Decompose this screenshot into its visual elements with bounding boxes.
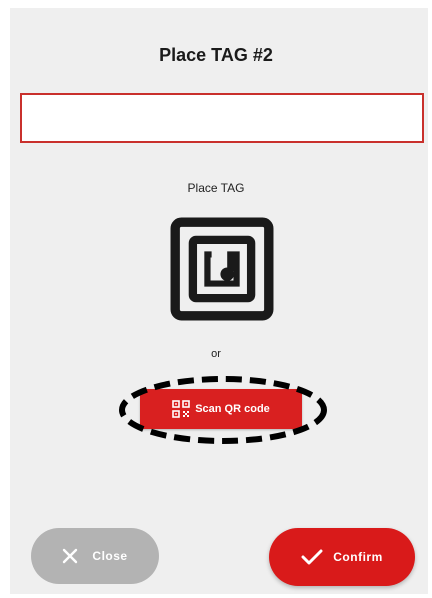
close-label: Close — [92, 549, 128, 563]
qr-code-icon — [172, 400, 191, 418]
tag-input[interactable] — [20, 93, 424, 143]
confirm-button[interactable]: Confirm — [269, 528, 415, 586]
close-icon — [62, 548, 78, 564]
page-title: Place TAG #2 — [159, 45, 273, 65]
close-button[interactable]: Close — [31, 528, 159, 584]
nfc-tag-icon — [170, 217, 274, 321]
confirm-label: Confirm — [333, 550, 383, 564]
scan-qr-button[interactable]: Scan QR code — [140, 389, 302, 429]
or-separator: or — [211, 348, 221, 360]
scan-qr-label: Scan QR code — [195, 403, 270, 415]
checkmark-icon — [301, 548, 323, 566]
place-tag-label: Place TAG — [187, 181, 245, 195]
